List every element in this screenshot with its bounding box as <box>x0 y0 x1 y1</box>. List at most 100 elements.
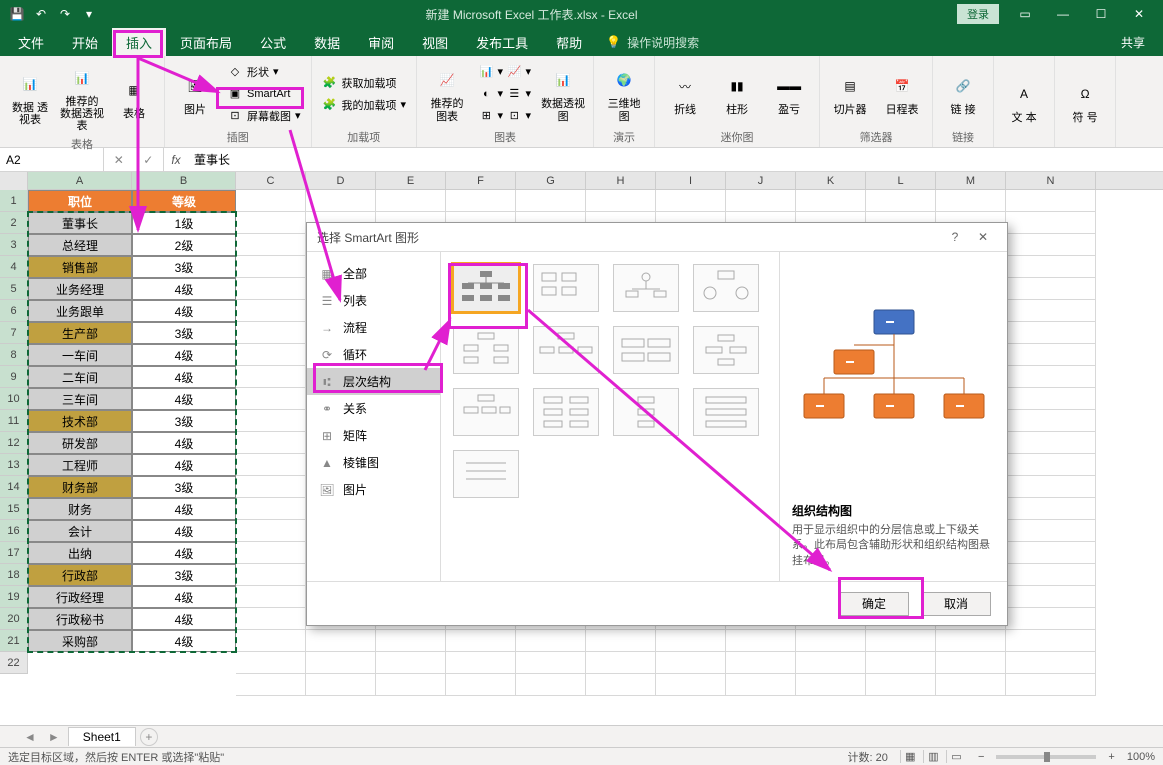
cell-N6[interactable] <box>1006 300 1096 322</box>
row-header-19[interactable]: 19 <box>0 586 28 608</box>
zoom-out-icon[interactable]: − <box>978 751 984 763</box>
cell-A5[interactable]: 业务经理 <box>28 278 132 300</box>
row-header-20[interactable]: 20 <box>0 608 28 630</box>
link-button[interactable]: 🔗链 接 <box>939 68 987 118</box>
cell-N19[interactable] <box>1006 586 1096 608</box>
cat-pyramid[interactable]: ▲棱锥图 <box>307 449 440 476</box>
cell-C12[interactable] <box>236 432 306 454</box>
fx-icon[interactable]: fx <box>164 148 188 171</box>
qat-dropdown-icon[interactable]: ▾ <box>80 5 98 23</box>
cancel-button[interactable]: 取消 <box>921 592 991 616</box>
smartart-thumb[interactable] <box>693 264 759 312</box>
cell-L21[interactable] <box>866 630 936 652</box>
3d-map-button[interactable]: 🌍三维地 图 <box>600 62 648 124</box>
close-icon[interactable]: ✕ <box>1121 2 1157 26</box>
cell-N18[interactable] <box>1006 564 1096 586</box>
cell-I21[interactable] <box>656 630 726 652</box>
cell-A20[interactable]: 行政秘书 <box>28 608 132 630</box>
cell-B13[interactable]: 4级 <box>132 454 236 476</box>
cell-A14[interactable]: 财务部 <box>28 476 132 498</box>
smartart-thumb[interactable] <box>613 326 679 374</box>
tab-developer[interactable]: 发布工具 <box>462 28 542 56</box>
cell-N9[interactable] <box>1006 366 1096 388</box>
row-header-8[interactable]: 8 <box>0 344 28 366</box>
cell-N4[interactable] <box>1006 256 1096 278</box>
tab-view[interactable]: 视图 <box>408 28 462 56</box>
row-header-17[interactable]: 17 <box>0 542 28 564</box>
cell-A19[interactable]: 行政经理 <box>28 586 132 608</box>
smartart-thumb[interactable] <box>453 450 519 498</box>
cell-A6[interactable]: 业务跟单 <box>28 300 132 322</box>
cell-E23[interactable] <box>376 674 446 696</box>
row-header-13[interactable]: 13 <box>0 454 28 476</box>
cell-B2[interactable]: 1级 <box>132 212 236 234</box>
zoom-slider[interactable] <box>996 755 1096 759</box>
add-sheet-button[interactable]: + <box>140 728 158 746</box>
get-addins-button[interactable]: 🧩获取加载项 <box>318 73 411 93</box>
my-addins-button[interactable]: 🧩我的加载项 ▾ <box>318 95 411 115</box>
cell-A9[interactable]: 二车间 <box>28 366 132 388</box>
cell-B8[interactable]: 4级 <box>132 344 236 366</box>
cat-list[interactable]: ☰列表 <box>307 287 440 314</box>
cell-C2[interactable] <box>236 212 306 234</box>
screenshot-button[interactable]: ⊡屏幕截图 ▾ <box>223 106 305 126</box>
cell-C15[interactable] <box>236 498 306 520</box>
dialog-close-icon[interactable]: ✕ <box>969 230 997 244</box>
cell-A17[interactable]: 出纳 <box>28 542 132 564</box>
row-header-1[interactable]: 1 <box>0 190 28 212</box>
cell-C18[interactable] <box>236 564 306 586</box>
view-normal-icon[interactable]: ▦ <box>900 750 920 763</box>
col-header-L[interactable]: L <box>866 172 936 189</box>
cell-B7[interactable]: 3级 <box>132 322 236 344</box>
cell-A2[interactable]: 董事长 <box>28 212 132 234</box>
cell-F22[interactable] <box>446 652 516 674</box>
cell-N21[interactable] <box>1006 630 1096 652</box>
cell-I23[interactable] <box>656 674 726 696</box>
cell-E1[interactable] <box>376 190 446 212</box>
cell-B11[interactable]: 3级 <box>132 410 236 432</box>
cell-C22[interactable] <box>236 652 306 674</box>
cell-N15[interactable] <box>1006 498 1096 520</box>
cell-C4[interactable] <box>236 256 306 278</box>
sheet-nav-prev[interactable]: ◄ <box>20 730 40 744</box>
cell-F23[interactable] <box>446 674 516 696</box>
cat-relationship[interactable]: ⚭关系 <box>307 395 440 422</box>
cell-C1[interactable] <box>236 190 306 212</box>
cell-A18[interactable]: 行政部 <box>28 564 132 586</box>
formula-input[interactable]: 董事长 <box>188 148 1163 171</box>
cat-matrix[interactable]: ⊞矩阵 <box>307 422 440 449</box>
login-button[interactable]: 登录 <box>957 4 999 24</box>
undo-icon[interactable]: ↶ <box>32 5 50 23</box>
cell-N16[interactable] <box>1006 520 1096 542</box>
cell-D21[interactable] <box>306 630 376 652</box>
recommended-pivot-button[interactable]: 📊推荐的 数据透视表 <box>58 60 106 134</box>
cat-process[interactable]: →流程 <box>307 314 440 341</box>
col-header-J[interactable]: J <box>726 172 796 189</box>
cell-C17[interactable] <box>236 542 306 564</box>
cell-B6[interactable]: 4级 <box>132 300 236 322</box>
cell-A3[interactable]: 总经理 <box>28 234 132 256</box>
smartart-thumb-org-chart[interactable] <box>453 264 519 312</box>
sparkline-winloss-button[interactable]: ▬▬盈亏 <box>765 68 813 118</box>
cell-G22[interactable] <box>516 652 586 674</box>
cell-B20[interactable]: 4级 <box>132 608 236 630</box>
cell-J23[interactable] <box>726 674 796 696</box>
cell-N12[interactable] <box>1006 432 1096 454</box>
smartart-thumb[interactable] <box>613 388 679 436</box>
col-header-K[interactable]: K <box>796 172 866 189</box>
cell-C10[interactable] <box>236 388 306 410</box>
smartart-thumb[interactable] <box>453 388 519 436</box>
cell-C16[interactable] <box>236 520 306 542</box>
cancel-entry-icon[interactable]: ✕ <box>114 153 124 167</box>
table-button[interactable]: ▦表格 <box>110 72 158 122</box>
dialog-help-icon[interactable]: ? <box>941 230 969 244</box>
row-header-16[interactable]: 16 <box>0 520 28 542</box>
tab-data[interactable]: 数据 <box>300 28 354 56</box>
cell-D22[interactable] <box>306 652 376 674</box>
cell-G21[interactable] <box>516 630 586 652</box>
cell-J22[interactable] <box>726 652 796 674</box>
cell-B10[interactable]: 4级 <box>132 388 236 410</box>
tab-help[interactable]: 帮助 <box>542 28 596 56</box>
row-header-11[interactable]: 11 <box>0 410 28 432</box>
cell-B14[interactable]: 3级 <box>132 476 236 498</box>
